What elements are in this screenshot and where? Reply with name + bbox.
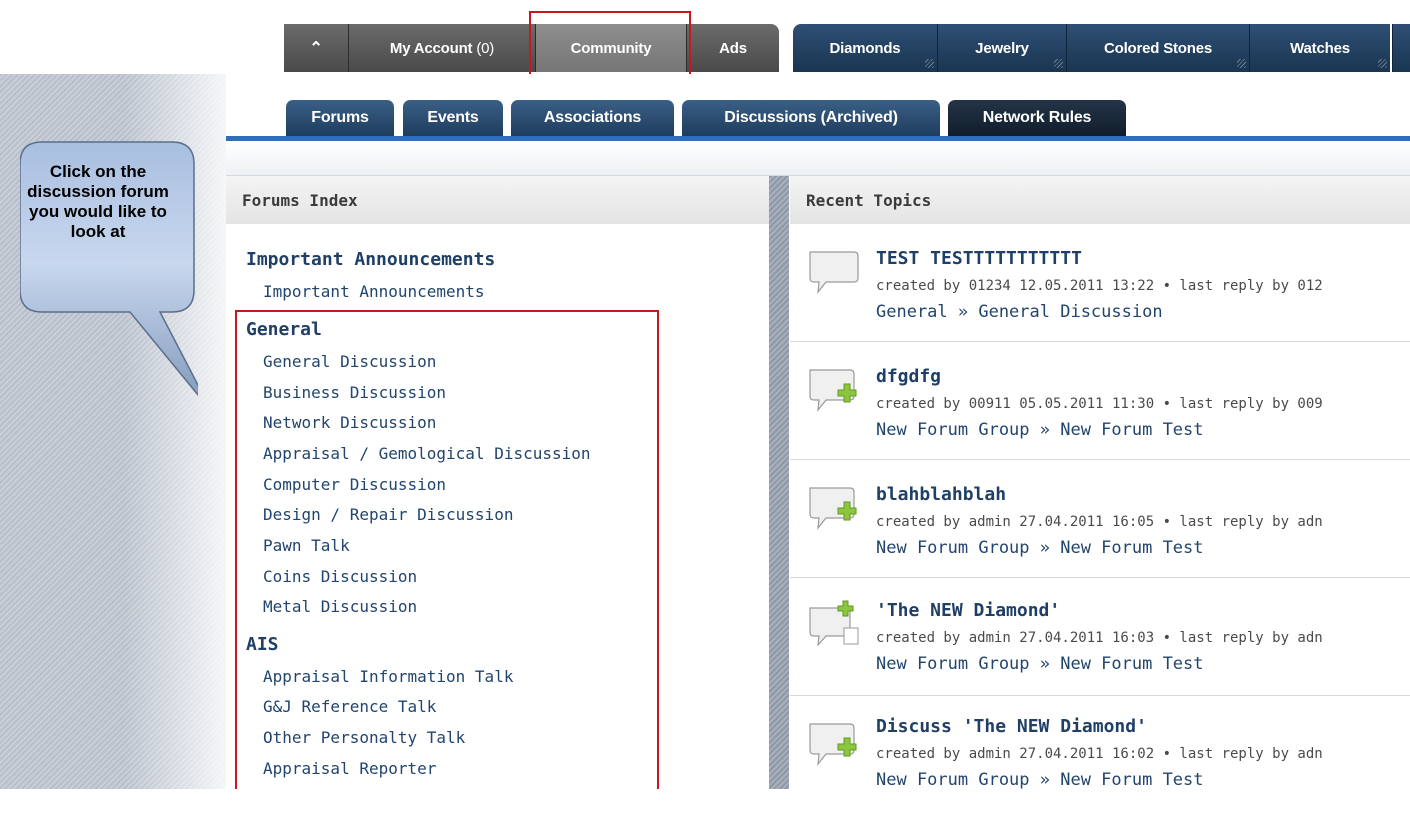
tab-events[interactable]: Events — [403, 100, 503, 136]
colored-stones-tab[interactable]: Colored Stones — [1067, 24, 1249, 72]
topic-row: 'The NEW Diamond' created by admin 27.04… — [790, 578, 1410, 696]
my-account-count: (0) — [476, 39, 495, 57]
recent-topics-title: Recent Topics — [806, 190, 932, 210]
grip-icon — [1237, 59, 1246, 68]
community-highlight-box — [529, 11, 691, 78]
toolbar-strip — [226, 141, 1410, 176]
forums-index-heading: Forums Index — [226, 176, 769, 224]
forums-index-title: Forums Index — [242, 190, 358, 210]
forum-link[interactable]: Important Announcements — [263, 282, 485, 301]
tab-associations-label: Associations — [543, 109, 642, 126]
watches-tab[interactable]: Watches — [1250, 24, 1390, 72]
topic-row: TEST TESTTTTTTTTTTT created by 01234 12.… — [790, 224, 1410, 342]
topic-meta: created by 00911 05.05.2011 11:30 • last… — [876, 396, 1323, 412]
home-icon: ⌃ — [309, 40, 323, 57]
jewelry-label: Jewelry — [975, 39, 1029, 57]
topic-title[interactable]: 'The NEW Diamond' — [876, 600, 1060, 621]
topic-title[interactable]: TEST TESTTTTTTTTTTT — [876, 248, 1082, 269]
tab-associations[interactable]: Associations — [511, 100, 674, 136]
topic-title[interactable]: blahblahblah — [876, 484, 1006, 505]
grip-icon — [1378, 59, 1387, 68]
home-tab[interactable]: ⌃ — [284, 24, 348, 72]
watches-label: Watches — [1290, 39, 1350, 57]
topic-row: Discuss 'The NEW Diamond' created by adm… — [790, 696, 1410, 814]
ads-tab[interactable]: Ads — [687, 24, 779, 72]
diamonds-label: Diamonds — [829, 39, 901, 57]
new-topic-with-attachment-icon — [809, 600, 859, 646]
topic-title[interactable]: dfgdfg — [876, 366, 941, 387]
jewelry-tab[interactable]: Jewelry — [938, 24, 1066, 72]
ads-label: Ads — [719, 39, 747, 57]
forums-highlight-box — [235, 310, 659, 789]
tab-events-label: Events — [427, 109, 479, 126]
topic-row: dfgdfg created by 00911 05.05.2011 11:30… — [790, 342, 1410, 460]
topic-breadcrumb[interactable]: New Forum Group » New Forum Test — [876, 538, 1204, 558]
tab-network-rules-label: Network Rules — [982, 109, 1092, 126]
new-topic-bubble-icon — [809, 723, 857, 766]
topic-meta: created by 01234 12.05.2011 13:22 • last… — [876, 278, 1323, 294]
tab-network-rules[interactable]: Network Rules — [948, 100, 1126, 136]
topic-meta: created by admin 27.04.2011 16:02 • last… — [876, 746, 1323, 762]
top-navigation: ⌃ My Account (0) Community Ads Diamonds … — [0, 0, 1410, 74]
tab-forums[interactable]: Forums — [286, 100, 394, 136]
my-account-tab[interactable]: My Account (0) — [349, 24, 535, 72]
forum-group-title[interactable]: Important Announcements — [246, 249, 495, 270]
colored-stones-label: Colored Stones — [1103, 39, 1213, 57]
my-account-label: My Account — [389, 39, 473, 57]
panel-divider[interactable] — [769, 176, 789, 789]
overflow-tab[interactable] — [1392, 24, 1410, 72]
topic-row: blahblahblah created by admin 27.04.2011… — [790, 460, 1410, 578]
topic-breadcrumb[interactable]: New Forum Group » New Forum Test — [876, 770, 1204, 790]
topic-breadcrumb[interactable]: New Forum Group » New Forum Test — [876, 654, 1204, 674]
topic-breadcrumb[interactable]: New Forum Group » New Forum Test — [876, 420, 1204, 440]
tab-discussions-archived[interactable]: Discussions (Archived) — [682, 100, 940, 136]
recent-topics-heading: Recent Topics — [790, 176, 1410, 224]
topic-breadcrumb[interactable]: General » General Discussion — [876, 302, 1163, 322]
speech-bubble-icon — [809, 251, 859, 294]
tab-forums-label: Forums — [311, 109, 369, 126]
callout-text: Click on the discussion forum you would … — [27, 162, 169, 241]
topic-meta: created by admin 27.04.2011 16:03 • last… — [876, 630, 1323, 646]
topic-meta: created by admin 27.04.2011 16:05 • last… — [876, 514, 1323, 530]
tab-discussions-archived-label: Discussions (Archived) — [724, 109, 898, 126]
new-topic-bubble-icon — [809, 369, 857, 412]
grip-icon — [1054, 59, 1063, 68]
grip-icon — [925, 59, 934, 68]
diamonds-tab[interactable]: Diamonds — [793, 24, 937, 72]
new-topic-bubble-icon — [809, 487, 857, 530]
topic-title[interactable]: Discuss 'The NEW Diamond' — [876, 716, 1147, 737]
